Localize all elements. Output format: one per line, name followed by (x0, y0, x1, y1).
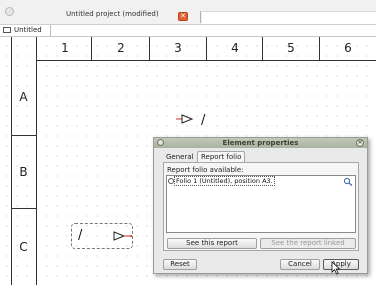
close-icon[interactable]: ✕ (356, 139, 364, 147)
tab-general[interactable]: General (163, 152, 197, 162)
list-item[interactable]: Folio 1 (Untitled), position A3. (174, 176, 275, 186)
project-tab-label: Untitled (14, 26, 42, 34)
close-icon[interactable]: ✕ (178, 12, 188, 21)
row-label: B (19, 165, 28, 179)
row-label: A (19, 90, 28, 104)
app-icon (5, 7, 14, 16)
frame-row-header-border (36, 37, 37, 285)
dialog-title: Element properties (222, 139, 299, 147)
apply-button[interactable]: Apply (323, 259, 359, 270)
arrow-terminal-icon[interactable] (176, 112, 198, 126)
row-divider (11, 208, 36, 209)
row-divider (11, 135, 36, 136)
mouse-cursor-icon (331, 261, 341, 275)
column-label: 6 (344, 41, 352, 55)
column-label: 4 (231, 41, 239, 55)
see-linked-report-button[interactable]: See the report linked (260, 238, 356, 249)
cancel-button[interactable]: Cancel (280, 259, 320, 270)
title-field[interactable] (202, 11, 376, 24)
project-tab[interactable]: Untitled (0, 25, 51, 36)
window-title: Untitled project (modified) (66, 10, 159, 18)
column-label: 2 (117, 41, 125, 55)
selected-element-slash: / (78, 228, 83, 243)
toolbar-separator (200, 11, 201, 23)
tab-report-folio[interactable]: Report folio (197, 151, 246, 162)
element-properties-dialog: Element properties ✕ General Report foli… (153, 137, 368, 274)
folio-list-label: Report folio available: (167, 166, 244, 174)
frame-column-header-border (36, 60, 376, 61)
column-label: 5 (287, 41, 295, 55)
search-icon[interactable] (343, 177, 353, 186)
column-label: 1 (61, 41, 69, 55)
reset-button[interactable]: Reset (163, 259, 197, 270)
arrow-terminal-icon (113, 231, 132, 241)
sheet-icon (3, 27, 11, 33)
see-report-button[interactable]: See this report (167, 238, 257, 249)
report-element-slash: / (201, 113, 206, 128)
row-label: C (19, 240, 28, 254)
column-label: 3 (174, 41, 182, 55)
